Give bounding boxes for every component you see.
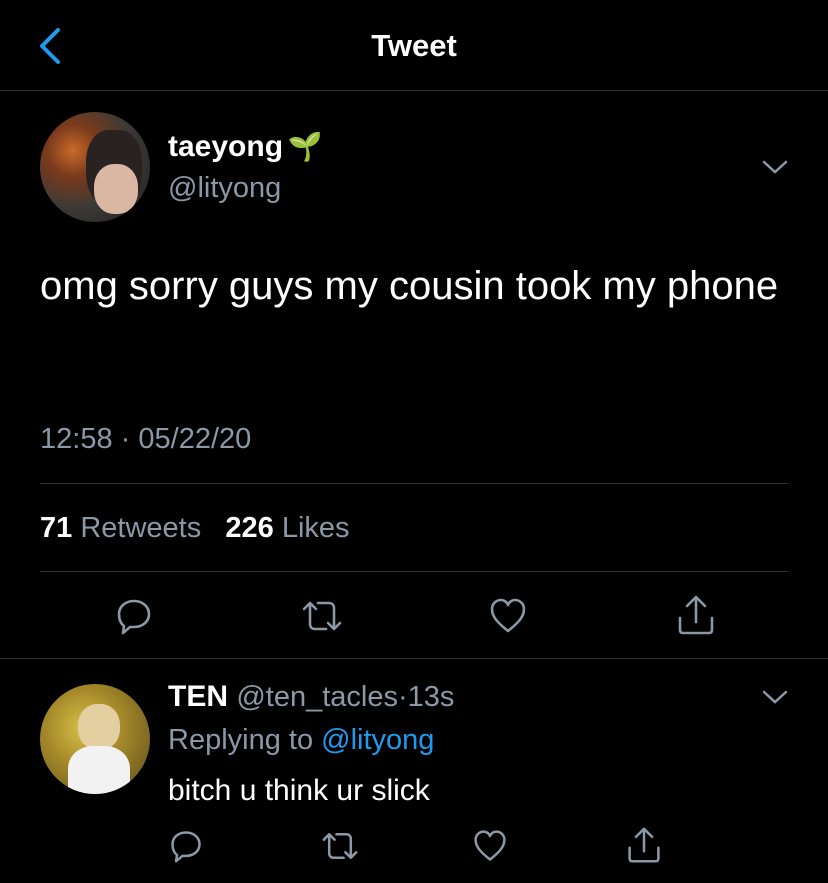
reply-text: bitch u think ur slick: [168, 774, 430, 807]
reply-like-button[interactable]: [472, 828, 508, 864]
reply-author-row[interactable]: TEN @ten_tacles·13s: [168, 680, 454, 714]
reply-avatar-shirt: [68, 746, 130, 794]
stats-divider: [40, 571, 788, 572]
reply-button[interactable]: [114, 596, 154, 636]
share-icon: [628, 827, 660, 863]
reply-avatar-face: [78, 704, 120, 750]
replying-to-prefix: Replying to: [168, 724, 314, 756]
tweet-timestamp: 12:58 · 05/22/20: [40, 423, 251, 456]
replying-to-line: Replying to @lityong: [168, 724, 434, 757]
page-title: Tweet: [371, 28, 457, 63]
more-options-button[interactable]: [760, 158, 790, 176]
author-name-row[interactable]: taeyong 🌱: [168, 130, 322, 164]
avatar-face: [94, 164, 138, 214]
reply-retweet-button[interactable]: [320, 828, 360, 864]
retweets-stat[interactable]: 71 Retweets: [40, 512, 201, 544]
seedling-icon: 🌱: [287, 131, 323, 162]
share-icon: [678, 595, 714, 635]
tweet-text: omg sorry guys my cousin took my phone: [40, 264, 779, 308]
likes-label: Likes: [281, 512, 350, 544]
reply-icon: [171, 831, 201, 863]
like-icon: [474, 830, 506, 861]
retweets-count: 71: [40, 512, 73, 544]
tweet-dot: ·: [120, 423, 131, 455]
author-avatar[interactable]: [40, 112, 150, 222]
reply-author-name: TEN: [168, 680, 228, 713]
chevron-down-icon: [762, 160, 788, 174]
tweet-time: 12:58: [40, 423, 113, 455]
meta-divider: [40, 483, 788, 484]
retweet-icon: [302, 601, 342, 631]
reply-dot: ·: [397, 681, 408, 713]
share-button[interactable]: [676, 594, 716, 636]
reply-share-button[interactable]: [626, 826, 662, 864]
reply-author-handle: @ten_tacles: [236, 681, 398, 713]
header-divider: [0, 90, 828, 91]
likes-stat[interactable]: 226 Likes: [225, 512, 349, 544]
replying-to-handle[interactable]: @lityong: [321, 724, 434, 756]
reply-time: 13s: [407, 681, 455, 713]
reply-divider: [0, 658, 828, 659]
reply-author-avatar[interactable]: [40, 684, 150, 794]
retweets-label: Retweets: [80, 512, 202, 544]
author-handle[interactable]: @lityong: [168, 172, 281, 205]
likes-count: 226: [225, 512, 274, 544]
engagement-stats: 71 Retweets 226 Likes: [40, 512, 350, 545]
chevron-down-icon: [762, 690, 788, 704]
author-name: taeyong: [168, 130, 284, 163]
reply-more-options-button[interactable]: [760, 688, 790, 706]
retweet-icon: [322, 833, 358, 859]
like-icon: [490, 598, 526, 633]
tweet-date: 05/22/20: [138, 423, 252, 455]
reply-icon: [117, 599, 151, 635]
reply-reply-button[interactable]: [168, 828, 204, 864]
like-button[interactable]: [488, 596, 528, 636]
retweet-button[interactable]: [300, 596, 344, 636]
